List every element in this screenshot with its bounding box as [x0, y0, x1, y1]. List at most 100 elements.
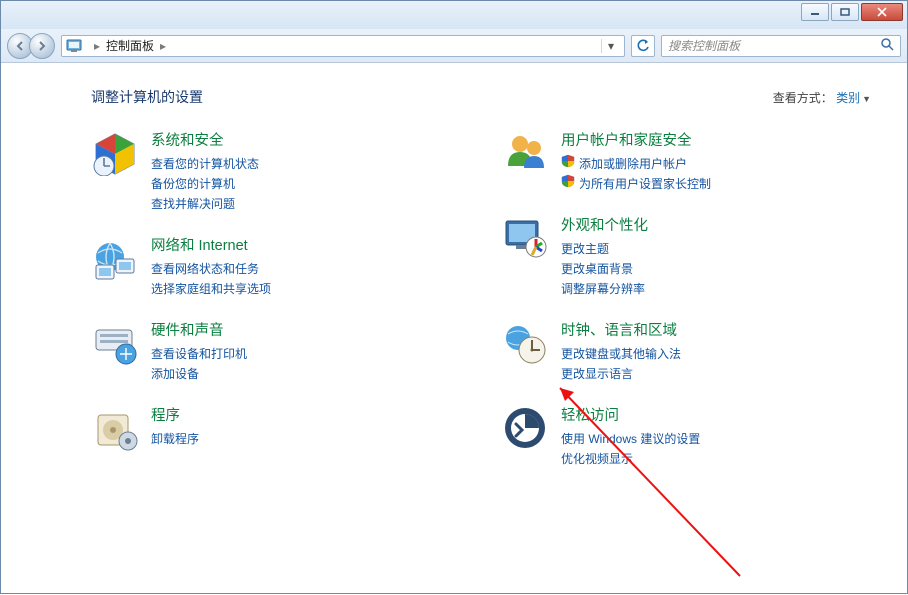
sublink-label: 更改桌面背景: [561, 259, 633, 279]
category-body: 网络和 Internet 查看网络状态和任务选择家庭组和共享选项: [151, 234, 271, 299]
forward-button[interactable]: [29, 33, 55, 59]
chevron-right-icon: ▸: [88, 39, 106, 53]
category-title[interactable]: 程序: [151, 404, 199, 425]
category-title[interactable]: 系统和安全: [151, 129, 259, 150]
sublink-label: 查看设备和打印机: [151, 344, 247, 364]
user-accounts-icon[interactable]: [501, 129, 549, 177]
left-column: 系统和安全查看您的计算机状态备份您的计算机查找并解决问题网络和 Internet…: [91, 129, 461, 489]
hardware-and-sound-icon[interactable]: [91, 319, 139, 367]
shield-icon: [561, 154, 575, 174]
arrow-right-icon: [36, 40, 48, 52]
sublink-label: 使用 Windows 建议的设置: [561, 429, 700, 449]
category-sublink[interactable]: 更改键盘或其他输入法: [561, 344, 681, 364]
category-sublink[interactable]: 添加或删除用户帐户: [561, 154, 711, 174]
category-sublink[interactable]: 查找并解决问题: [151, 194, 259, 214]
search-placeholder: 搜索控制面板: [668, 37, 740, 54]
category-sublink[interactable]: 调整屏幕分辨率: [561, 279, 648, 299]
category-body: 系统和安全查看您的计算机状态备份您的计算机查找并解决问题: [151, 129, 259, 214]
category-body: 用户帐户和家庭安全添加或删除用户帐户为所有用户设置家长控制: [561, 129, 711, 194]
category-body: 程序卸载程序: [151, 404, 199, 452]
category-title[interactable]: 用户帐户和家庭安全: [561, 129, 711, 150]
category-sublink[interactable]: 为所有用户设置家长控制: [561, 174, 711, 194]
category-appearance-and-personalization: 外观和个性化更改主题更改桌面背景调整屏幕分辨率: [501, 214, 871, 299]
category-ease-of-access: 轻松访问使用 Windows 建议的设置优化视频显示: [501, 404, 871, 469]
header-row: 调整计算机的设置 查看方式： 类别▼: [91, 87, 871, 107]
category-programs: 程序卸载程序: [91, 404, 461, 452]
category-sublink[interactable]: 更改主题: [561, 239, 648, 259]
viewby-dropdown[interactable]: 类别▼: [836, 91, 871, 105]
category-title[interactable]: 轻松访问: [561, 404, 700, 425]
sublink-label: 查看网络状态和任务: [151, 259, 259, 279]
nav-buttons: [7, 33, 55, 59]
appearance-and-personalization-icon[interactable]: [501, 214, 549, 262]
category-body: 时钟、语言和区域更改键盘或其他输入法更改显示语言: [561, 319, 681, 384]
category-sublink[interactable]: 选择家庭组和共享选项: [151, 279, 271, 299]
category-body: 外观和个性化更改主题更改桌面背景调整屏幕分辨率: [561, 214, 648, 299]
sublink-label: 更改主题: [561, 239, 609, 259]
category-user-accounts: 用户帐户和家庭安全添加或删除用户帐户为所有用户设置家长控制: [501, 129, 871, 194]
category-sublink[interactable]: 查看设备和打印机: [151, 344, 247, 364]
search-input[interactable]: 搜索控制面板: [661, 35, 901, 57]
close-button[interactable]: [861, 3, 903, 21]
arrow-left-icon: [14, 40, 26, 52]
system-and-security-icon[interactable]: [91, 129, 139, 177]
sublink-label: 选择家庭组和共享选项: [151, 279, 271, 299]
category-network-and-internet: 网络和 Internet 查看网络状态和任务选择家庭组和共享选项: [91, 234, 461, 299]
sublink-label: 为所有用户设置家长控制: [579, 174, 711, 194]
viewby: 查看方式： 类别▼: [773, 89, 871, 106]
category-sublink[interactable]: 更改显示语言: [561, 364, 681, 384]
nav-row: ▸ 控制面板 ▸ ▾ 搜索控制面板: [1, 29, 907, 63]
category-system-and-security: 系统和安全查看您的计算机状态备份您的计算机查找并解决问题: [91, 129, 461, 214]
titlebar: [1, 1, 907, 29]
refresh-button[interactable]: [631, 35, 655, 57]
control-panel-icon: [66, 38, 82, 54]
category-title[interactable]: 外观和个性化: [561, 214, 648, 235]
category-title[interactable]: 网络和 Internet: [151, 234, 271, 255]
maximize-button[interactable]: [831, 3, 859, 21]
network-and-internet-icon[interactable]: [91, 234, 139, 282]
clock-language-region-icon[interactable]: [501, 319, 549, 367]
address-dropdown[interactable]: ▾: [601, 39, 620, 53]
programs-icon[interactable]: [91, 404, 139, 452]
viewby-label: 查看方式：: [773, 91, 833, 105]
maximize-icon: [840, 8, 850, 16]
minimize-icon: [810, 8, 820, 16]
address-bar[interactable]: ▸ 控制面板 ▸ ▾: [61, 35, 625, 57]
refresh-icon: [636, 39, 650, 53]
category-body: 硬件和声音查看设备和打印机添加设备: [151, 319, 247, 384]
category-sublink[interactable]: 查看网络状态和任务: [151, 259, 271, 279]
category-title[interactable]: 硬件和声音: [151, 319, 247, 340]
window-frame: ▸ 控制面板 ▸ ▾ 搜索控制面板 调整计算机的设置 查看方式： 类别▼: [0, 0, 908, 594]
close-icon: [876, 7, 888, 17]
category-sublink[interactable]: 查看您的计算机状态: [151, 154, 259, 174]
category-sublink[interactable]: 使用 Windows 建议的设置: [561, 429, 700, 449]
category-columns: 系统和安全查看您的计算机状态备份您的计算机查找并解决问题网络和 Internet…: [91, 129, 871, 489]
page-title: 调整计算机的设置: [91, 87, 203, 107]
sublink-label: 调整屏幕分辨率: [561, 279, 645, 299]
breadcrumb-root[interactable]: 控制面板: [106, 37, 154, 54]
category-sublink[interactable]: 添加设备: [151, 364, 247, 384]
sublink-label: 备份您的计算机: [151, 174, 235, 194]
category-sublink[interactable]: 备份您的计算机: [151, 174, 259, 194]
sublink-label: 更改键盘或其他输入法: [561, 344, 681, 364]
search-icon: [880, 37, 894, 54]
category-hardware-and-sound: 硬件和声音查看设备和打印机添加设备: [91, 319, 461, 384]
chevron-down-icon: ▼: [862, 94, 871, 104]
sublink-label: 查找并解决问题: [151, 194, 235, 214]
content-area: 调整计算机的设置 查看方式： 类别▼ 系统和安全查看您的计算机状态备份您的计算机…: [1, 63, 907, 593]
shield-icon: [561, 174, 575, 194]
category-sublink[interactable]: 优化视频显示: [561, 449, 700, 469]
sublink-label: 卸载程序: [151, 429, 199, 449]
sublink-label: 更改显示语言: [561, 364, 633, 384]
sublink-label: 添加或删除用户帐户: [579, 154, 687, 174]
minimize-button[interactable]: [801, 3, 829, 21]
sublink-label: 优化视频显示: [561, 449, 633, 469]
chevron-right-icon: ▸: [154, 39, 172, 53]
ease-of-access-icon[interactable]: [501, 404, 549, 452]
sublink-label: 查看您的计算机状态: [151, 154, 259, 174]
category-title[interactable]: 时钟、语言和区域: [561, 319, 681, 340]
right-column: 用户帐户和家庭安全添加或删除用户帐户为所有用户设置家长控制外观和个性化更改主题更…: [501, 129, 871, 489]
category-body: 轻松访问使用 Windows 建议的设置优化视频显示: [561, 404, 700, 469]
category-sublink[interactable]: 更改桌面背景: [561, 259, 648, 279]
category-sublink[interactable]: 卸载程序: [151, 429, 199, 449]
